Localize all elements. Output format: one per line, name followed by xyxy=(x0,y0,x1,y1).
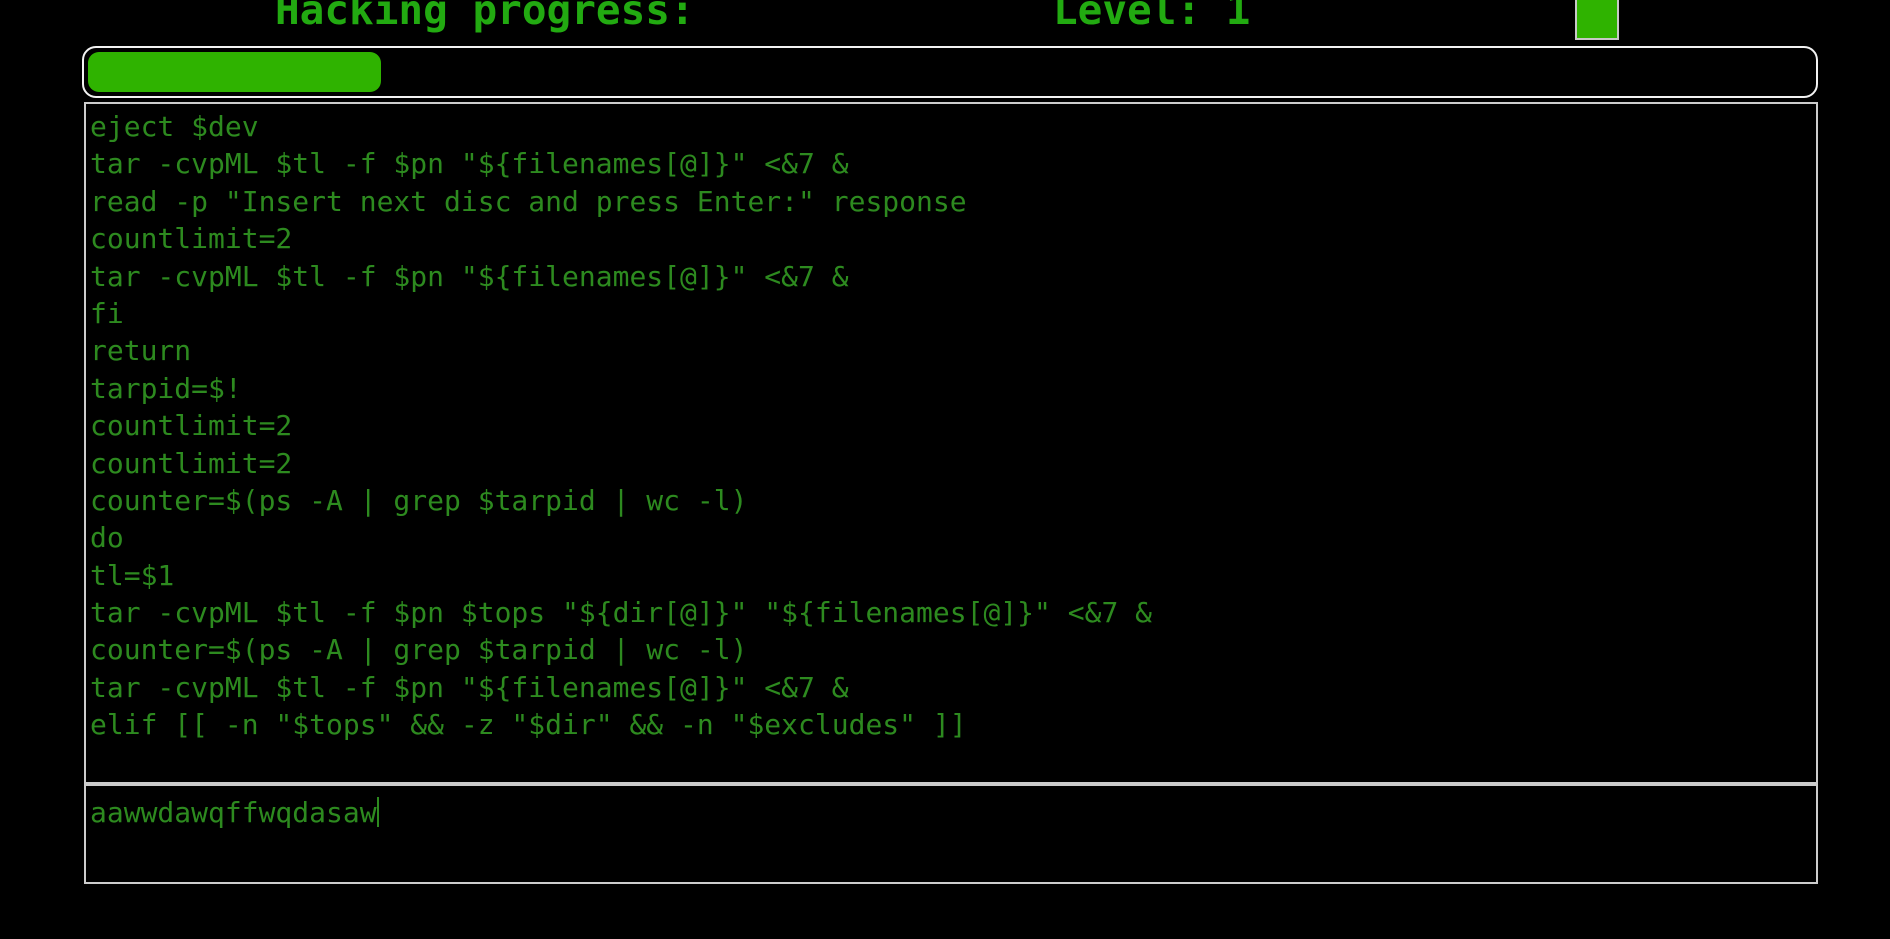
code-line: tl=$1 xyxy=(90,558,175,592)
typed-text: aawwdawqffwqdasaw xyxy=(90,796,377,829)
code-line: do xyxy=(90,521,124,555)
level-label: Level: 1 xyxy=(1053,0,1251,34)
code-line: tar -cvpML $tl -f $pn $tops "${dir[@]}" … xyxy=(90,596,1153,630)
code-line: countlimit=2 xyxy=(90,222,293,256)
code-line: counter=$(ps -A | grep $tarpid | wc -l) xyxy=(90,633,748,667)
typing-input-panel[interactable]: aawwdawqffwqdasaw xyxy=(84,784,1818,884)
code-lines-container: eject $dev tar -cvpML $tl -f $pn "${filen… xyxy=(90,108,1816,744)
code-line: counter=$(ps -A | grep $tarpid | wc -l) xyxy=(90,483,748,517)
code-line: tar -cvpML $tl -f $pn "${filenames[@]}" … xyxy=(90,259,849,293)
code-line: tar -cvpML $tl -f $pn "${filenames[@]}" … xyxy=(90,147,849,181)
code-line: countlimit=2 xyxy=(90,446,293,480)
level-indicator-block xyxy=(1575,0,1619,40)
hacking-progress-bar-fill xyxy=(88,52,381,92)
page-title: Hacking progress: xyxy=(275,0,695,34)
code-line: tar -cvpML $tl -f $pn "${filenames[@]}" … xyxy=(90,670,849,704)
code-line: tarpid=$! xyxy=(90,371,242,405)
code-line: countlimit=2 xyxy=(90,409,293,443)
code-display-panel: eject $dev tar -cvpML $tl -f $pn "${filen… xyxy=(84,102,1818,784)
hacking-progress-bar xyxy=(82,46,1818,98)
code-line: eject $dev xyxy=(90,110,259,143)
header-row: Hacking progress: Level: 1 xyxy=(0,0,1890,44)
code-line: read -p "Insert next disc and press Ente… xyxy=(90,184,967,218)
text-cursor-icon xyxy=(376,797,379,827)
input-line[interactable]: aawwdawqffwqdasaw xyxy=(90,792,1816,830)
code-line: return xyxy=(90,334,192,368)
code-line: elif [[ -n "$tops" && -z "$dir" && -n "$… xyxy=(90,708,967,742)
code-line: fi xyxy=(90,296,124,330)
